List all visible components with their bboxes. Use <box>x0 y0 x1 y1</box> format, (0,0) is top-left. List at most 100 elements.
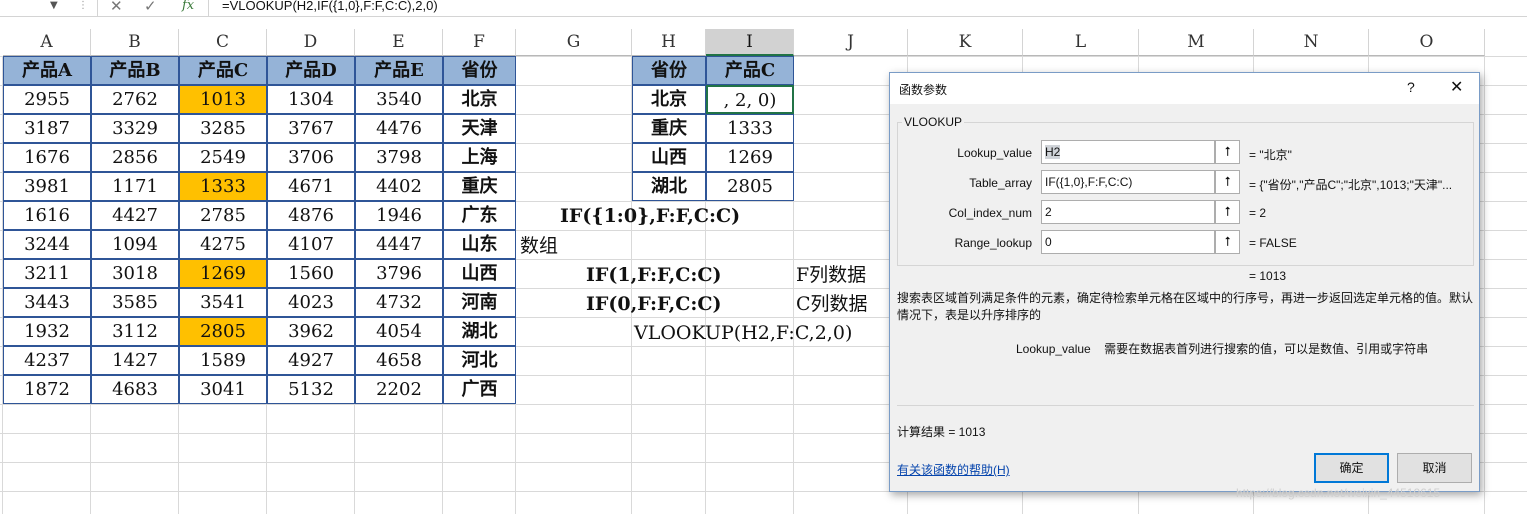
table-cell[interactable]: 天津 <box>443 114 516 143</box>
table-header-cell[interactable]: 产品A <box>3 56 91 85</box>
table-cell[interactable]: 3981 <box>3 172 91 201</box>
lookup-cell[interactable]: 北京 <box>632 85 706 114</box>
table-cell[interactable]: 3041 <box>179 375 267 404</box>
lookup-cell[interactable]: 1269 <box>706 143 794 172</box>
table-cell[interactable]: 上海 <box>443 143 516 172</box>
table-cell[interactable]: 2549 <box>179 143 267 172</box>
table-cell[interactable]: 4402 <box>355 172 443 201</box>
table-cell[interactable]: 3329 <box>91 114 179 143</box>
table-cell[interactable]: 3767 <box>267 114 355 143</box>
table-cell[interactable]: 3585 <box>91 288 179 317</box>
column-header-e[interactable]: E <box>355 29 443 56</box>
lookup-cell[interactable]: 湖北 <box>632 172 706 201</box>
lookup-header-cell[interactable]: 省份 <box>632 56 706 85</box>
table-cell[interactable]: 1269 <box>179 259 267 288</box>
table-cell[interactable]: 1560 <box>267 259 355 288</box>
table-cell[interactable]: 1946 <box>355 201 443 230</box>
column-header-i[interactable]: I <box>706 29 794 56</box>
table-cell[interactable]: 3541 <box>179 288 267 317</box>
table-header-cell[interactable]: 产品B <box>91 56 179 85</box>
table-cell[interactable]: 3443 <box>3 288 91 317</box>
table-cell[interactable]: 3796 <box>355 259 443 288</box>
function-help-link[interactable]: 有关该函数的帮助(H) <box>897 461 1010 478</box>
table-header-cell[interactable]: 产品D <box>267 56 355 85</box>
table-cell[interactable]: 北京 <box>443 85 516 114</box>
column-header-c[interactable]: C <box>179 29 267 56</box>
table-cell[interactable]: 1304 <box>267 85 355 114</box>
table-header-cell[interactable]: 产品E <box>355 56 443 85</box>
table-cell[interactable]: 广西 <box>443 375 516 404</box>
table-cell[interactable]: 2785 <box>179 201 267 230</box>
column-header-l[interactable]: L <box>1023 29 1139 56</box>
active-cell[interactable]: , 2, 0) <box>706 85 794 114</box>
table-cell[interactable]: 4876 <box>267 201 355 230</box>
table-cell[interactable]: 1676 <box>3 143 91 172</box>
cancel-icon[interactable]: ✕ <box>110 0 123 15</box>
range-lookup-input[interactable]: 0 <box>1041 230 1215 254</box>
table-cell[interactable]: 4237 <box>3 346 91 375</box>
table-cell[interactable]: 1616 <box>3 201 91 230</box>
table-cell[interactable]: 2955 <box>3 85 91 114</box>
column-header-d[interactable]: D <box>267 29 355 56</box>
lookup-cell[interactable]: 重庆 <box>632 114 706 143</box>
column-header-b[interactable]: B <box>91 29 179 56</box>
confirm-icon[interactable]: ✓ <box>144 0 157 15</box>
lookup-cell[interactable]: 山西 <box>632 143 706 172</box>
name-box-dropdown-icon[interactable]: ▼ <box>50 0 58 11</box>
table-cell[interactable]: 4447 <box>355 230 443 259</box>
lookup-header-cell[interactable]: 产品C <box>706 56 794 85</box>
table-cell[interactable]: 湖北 <box>443 317 516 346</box>
table-cell[interactable]: 3244 <box>3 230 91 259</box>
table-cell[interactable]: 3962 <box>267 317 355 346</box>
table-cell[interactable]: 4107 <box>267 230 355 259</box>
table-cell[interactable]: 广东 <box>443 201 516 230</box>
table-cell[interactable]: 1171 <box>91 172 179 201</box>
table-cell[interactable]: 3018 <box>91 259 179 288</box>
table-cell[interactable]: 河南 <box>443 288 516 317</box>
ok-button[interactable]: 确定 <box>1314 453 1389 483</box>
lookup-value-input[interactable]: H2 <box>1041 140 1215 164</box>
table-cell[interactable]: 山东 <box>443 230 516 259</box>
collapse-ref-icon[interactable]: ⭡ <box>1215 200 1240 224</box>
column-header-g[interactable]: G <box>516 29 632 56</box>
column-header-k[interactable]: K <box>908 29 1023 56</box>
col-index-num-input[interactable]: 2 <box>1041 200 1215 224</box>
help-icon[interactable]: ? <box>1407 79 1415 95</box>
column-header-a[interactable]: A <box>3 29 91 56</box>
column-header-j[interactable]: J <box>794 29 908 56</box>
drag-handle-icon[interactable]: ⋮ <box>78 0 88 11</box>
table-cell[interactable]: 5132 <box>267 375 355 404</box>
table-array-input[interactable]: IF({1,0},F:F,C:C) <box>1041 170 1215 194</box>
table-cell[interactable]: 2856 <box>91 143 179 172</box>
lookup-cell[interactable]: 1333 <box>706 114 794 143</box>
table-cell[interactable]: 3706 <box>267 143 355 172</box>
table-cell[interactable]: 1872 <box>3 375 91 404</box>
table-cell[interactable]: 2805 <box>179 317 267 346</box>
table-cell[interactable]: 1094 <box>91 230 179 259</box>
table-cell[interactable]: 2202 <box>355 375 443 404</box>
table-cell[interactable]: 1932 <box>3 317 91 346</box>
table-cell[interactable]: 3211 <box>3 259 91 288</box>
table-cell[interactable]: 4671 <box>267 172 355 201</box>
dialog-titlebar[interactable]: 函数参数 ? ✕ <box>890 73 1479 104</box>
collapse-ref-icon[interactable]: ⭡ <box>1215 140 1240 164</box>
column-header-f[interactable]: F <box>443 29 516 56</box>
formula-input[interactable]: =VLOOKUP(H2,IF({1,0},F:F,C:C),2,0) <box>222 0 438 13</box>
table-cell[interactable]: 4658 <box>355 346 443 375</box>
table-cell[interactable]: 1333 <box>179 172 267 201</box>
table-cell[interactable]: 3540 <box>355 85 443 114</box>
table-cell[interactable]: 河北 <box>443 346 516 375</box>
table-cell[interactable]: 山西 <box>443 259 516 288</box>
table-header-cell[interactable]: 省份 <box>443 56 516 85</box>
close-icon[interactable]: ✕ <box>1450 77 1463 97</box>
table-cell[interactable]: 1427 <box>91 346 179 375</box>
table-cell[interactable]: 3187 <box>3 114 91 143</box>
table-cell[interactable]: 4683 <box>91 375 179 404</box>
table-cell[interactable]: 4054 <box>355 317 443 346</box>
table-cell[interactable]: 3112 <box>91 317 179 346</box>
table-cell[interactable]: 4927 <box>267 346 355 375</box>
table-cell[interactable]: 4476 <box>355 114 443 143</box>
collapse-ref-icon[interactable]: ⭡ <box>1215 170 1240 194</box>
column-header-n[interactable]: N <box>1254 29 1369 56</box>
table-cell[interactable]: 2762 <box>91 85 179 114</box>
